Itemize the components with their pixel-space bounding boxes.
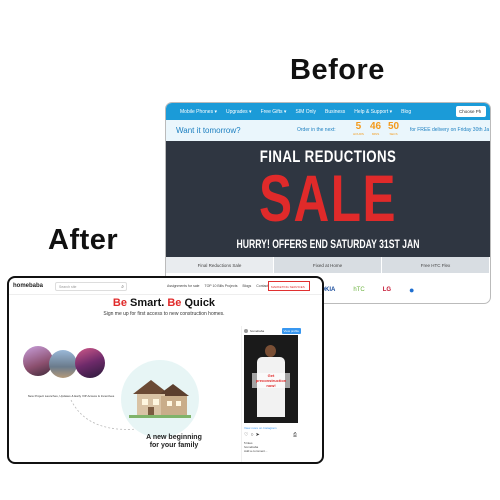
countdown-secs: 50 SECS [388,121,400,137]
instagram-actions: ♡ ○ ➤ [244,432,260,438]
after-label: After [48,224,119,256]
sale-text: SALE [258,161,398,235]
nav-item-help-support[interactable]: Help & Support ▾ [354,109,392,115]
building-photo-circle [49,350,77,378]
want-it-tomorrow-text: Want it tomorrow? [176,126,241,135]
headline-be-2: Be [167,297,182,309]
comment-icon[interactable]: ○ [250,432,253,438]
before-screenshot: Mobile Phones ▾ Upgrades ▾ Free Gifts ▾ … [165,102,491,304]
nav-item-business[interactable]: Business [325,109,345,115]
search-icon[interactable]: ⌕ [121,284,124,290]
headline-be-1: Be [112,297,127,309]
countdown-hours-value: 5 [355,121,362,132]
nav-item-blog[interactable]: Blog [401,109,411,115]
hurry-offer-text: HURRY! OFFERS END SATURDAY 31ST JAN [236,237,420,251]
nav-item-upgrades[interactable]: Upgrades ▾ [226,109,252,115]
nav-link-top-projects[interactable]: TOP 10 Bills Projects [205,284,238,288]
nav-item-free-gifts[interactable]: Free Gifts ▾ [261,109,287,115]
nav-link-contact[interactable]: Contact [256,284,268,288]
nav-item-sim-only[interactable]: SIM Only [295,109,316,115]
tab-free-htc[interactable]: Free HTC Flex [382,257,490,273]
hero-subtitle: Sign me up for first access to new const… [103,311,225,317]
hero-headline: Be Smart. Be Quick [9,297,319,309]
countdown-mins: 46 MINS [370,121,382,137]
tab-fixed-at-home[interactable]: Fixed at Home [274,257,382,273]
nav-link-blogs[interactable]: Blogs [242,284,251,288]
view-profile-button[interactable]: View profile [281,328,301,334]
free-delivery-text: for FREE delivery on Friday 30th Ja [410,127,490,133]
delivery-promo-bar: Want it tomorrow? Order in the next: 5 H… [166,120,490,141]
party-photo-circle [75,348,105,378]
tab-final-reductions[interactable]: Final Reductions Sale [166,257,274,273]
new-beginning-line-2: for your family [149,442,199,449]
nav-item-mobile-phones[interactable]: Mobile Phones ▾ [180,109,217,115]
avatar[interactable] [244,329,248,333]
instagram-embed: homebaba View profile Get preconstructio… [241,326,303,462]
new-beginning-line-1: A new beginning [146,434,202,441]
countdown-hours: 5 HOURS [353,121,364,137]
instagram-video[interactable]: Get preconstruction now! [244,335,298,423]
search-placeholder: Search site [59,285,77,289]
after-screenshot: homebaba Search site ⌕ Assignments for s… [7,276,324,464]
banner-tabs: Final Reductions Sale Fixed at Home Free… [166,257,490,273]
countdown-secs-unit: SECS [389,132,398,136]
bookmark-icon[interactable]: ⎙ [293,432,297,438]
share-icon[interactable]: ➤ [256,432,260,438]
brand-logos: NOKIA hTC LG ● [316,285,414,295]
nav-links: Assignments for sale TOP 10 Bills Projec… [167,284,268,288]
heart-icon[interactable]: ♡ [244,432,248,438]
instagram-meta: 5 likes homebaba Add a comment... [244,441,268,453]
house-illustration [129,380,191,418]
countdown-secs-value: 50 [388,121,400,132]
countdown-hours-unit: HOURS [353,132,364,136]
homebaba-logo[interactable]: homebaba [13,283,43,289]
search-input[interactable]: Search site ⌕ [55,282,127,291]
choose-phone-select[interactable]: Choose Ph [456,106,486,117]
before-label: Before [290,54,385,86]
view-more-link[interactable]: View more on Instagram [244,426,276,430]
sale-banner[interactable]: FINAL REDUCTIONS SALE HURRY! OFFERS END … [166,141,490,257]
marketing-cta-button[interactable]: MARKETING SERVICES [268,281,310,291]
headline-quick: Quick [184,297,216,309]
order-in-text: Order in the next: [297,127,336,133]
new-beginning-text: A new beginning for your family [119,434,229,450]
video-overlay-text: Get preconstruction now! [252,373,290,388]
countdown-mins-unit: MINS [371,132,380,136]
brand-lg[interactable]: LG [383,287,391,293]
before-nav-bar: Mobile Phones ▾ Upgrades ▾ Free Gifts ▾ … [166,103,490,120]
headline-smart: Smart. [130,297,165,309]
brand-circle-icon[interactable]: ● [409,285,414,295]
brand-htc[interactable]: hTC [353,287,364,293]
instagram-username[interactable]: homebaba [250,329,264,333]
countdown-mins-value: 46 [370,121,382,132]
after-nav-bar: homebaba Search site ⌕ Assignments for s… [9,278,322,295]
nav-link-assignments[interactable]: Assignments for sale [167,284,200,288]
person-head [265,345,276,357]
